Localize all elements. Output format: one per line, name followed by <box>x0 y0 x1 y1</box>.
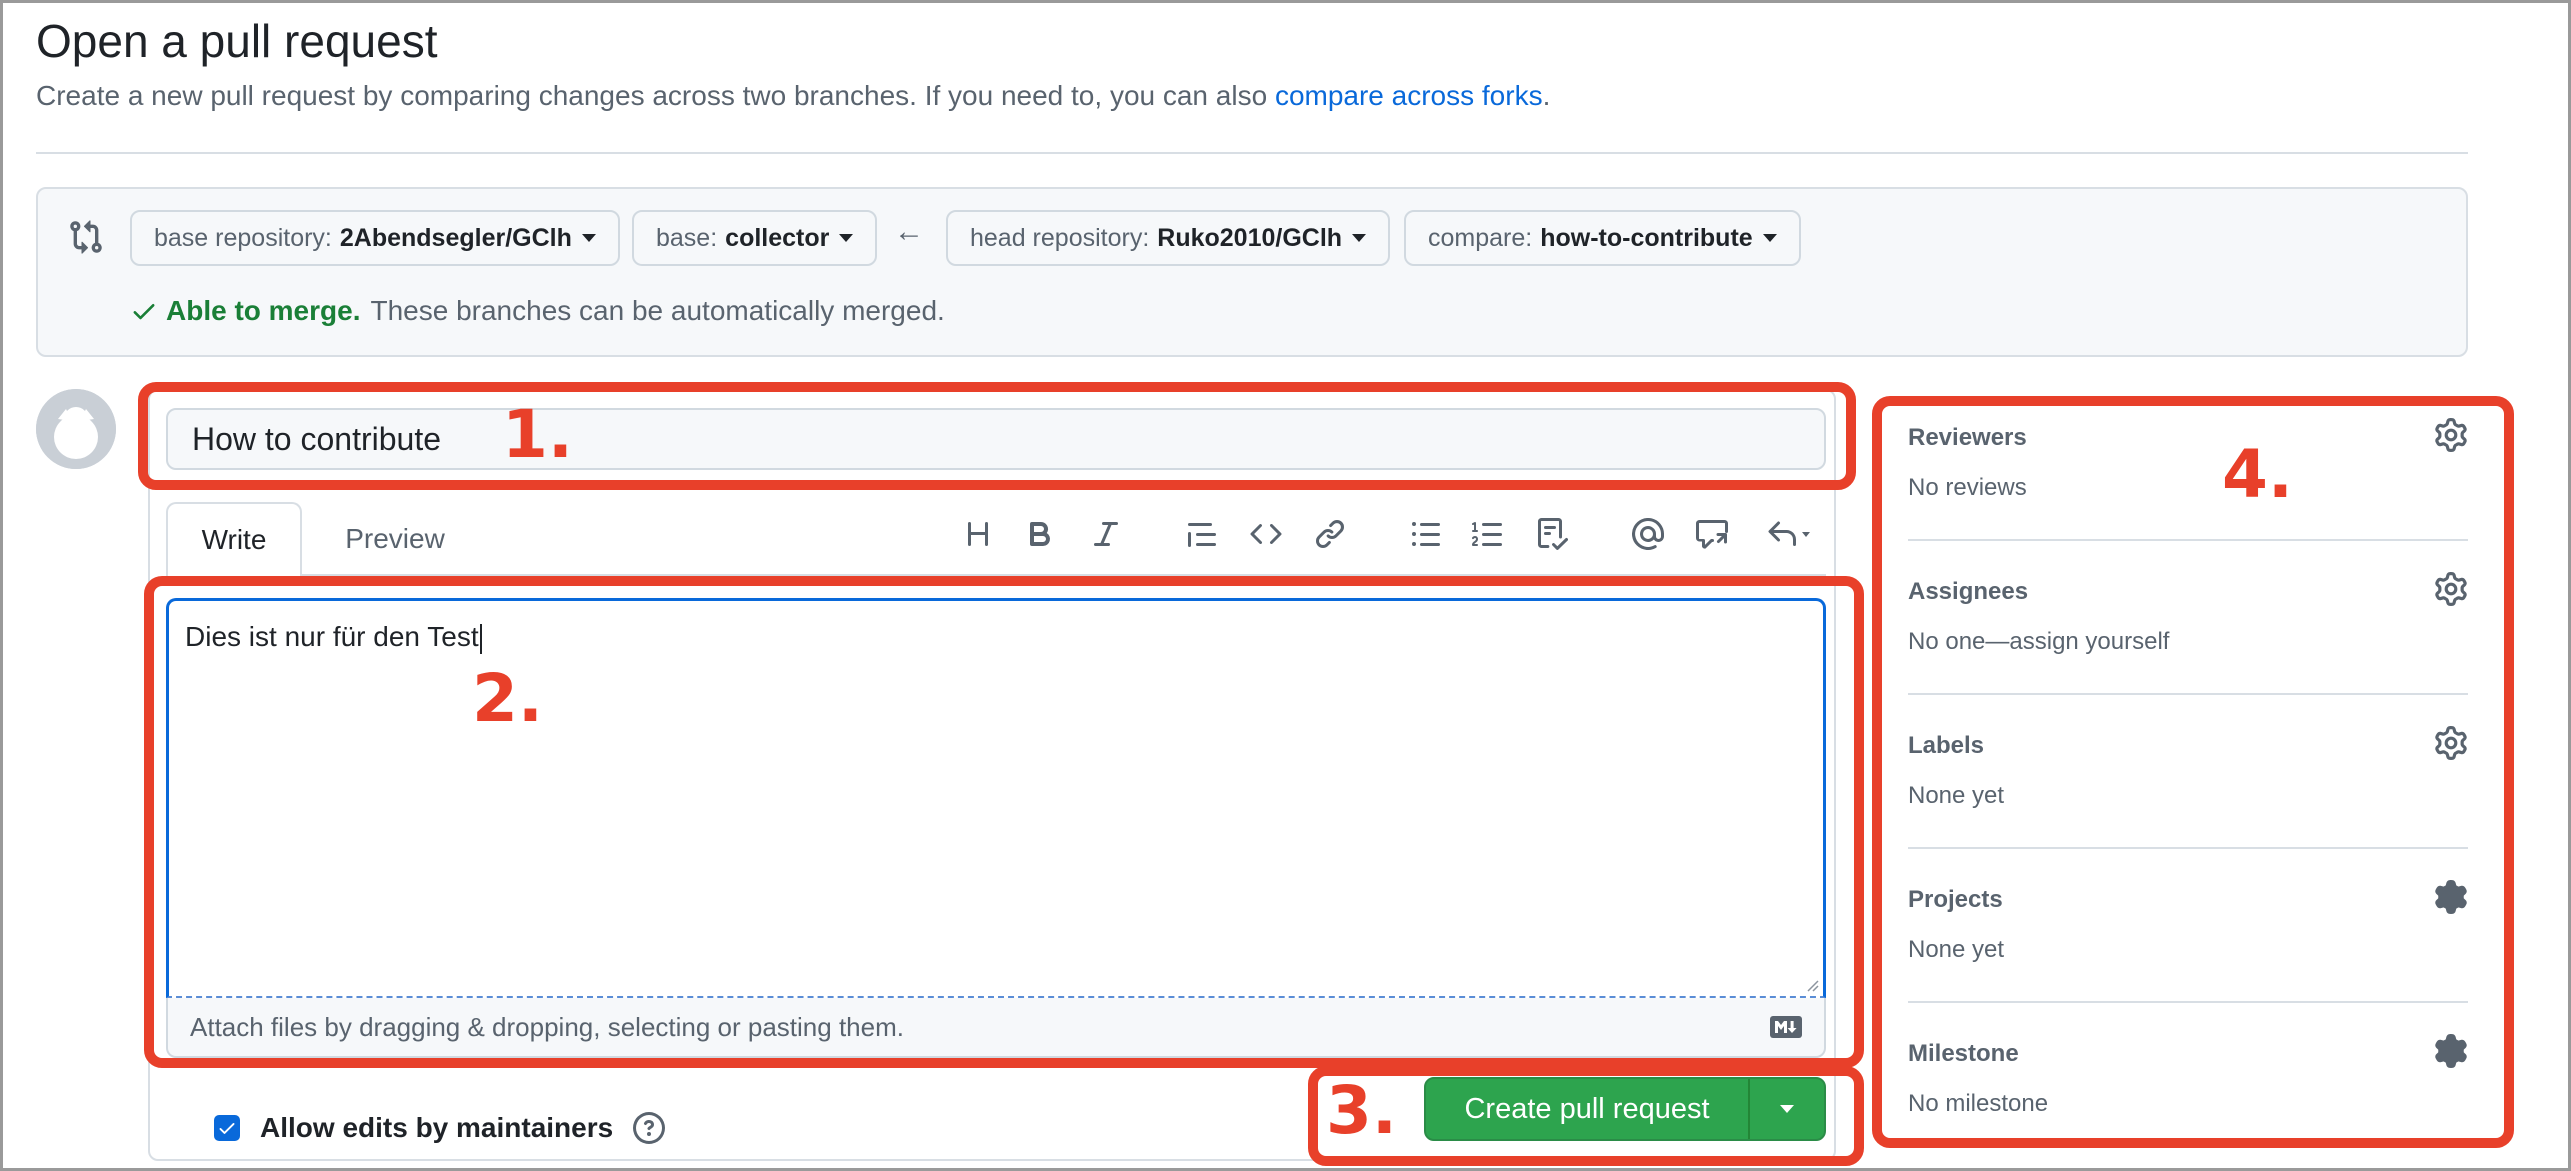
help-icon[interactable] <box>633 1112 666 1144</box>
allow-edits-row: Allow edits by maintainers <box>214 1112 666 1144</box>
compare-across-forks-link[interactable]: compare across forks <box>1275 80 1543 111</box>
reference-icon[interactable] <box>1694 516 1730 552</box>
page-title: Open a pull request <box>36 15 438 67</box>
unordered-list-icon[interactable] <box>1408 516 1444 552</box>
merge-status: Able to merge. These branches can be aut… <box>130 295 945 327</box>
page-subtitle: Create a new pull request by comparing c… <box>36 80 1550 112</box>
caret-down-icon <box>1352 234 1367 242</box>
annotation-box-4 <box>1872 396 2514 1148</box>
ordered-list-icon[interactable] <box>1470 516 1506 552</box>
head-repository-value: Ruko2010/GClh <box>1157 223 1343 252</box>
compare-branch-value: how-to-contribute <box>1540 223 1753 252</box>
task-list-icon[interactable] <box>1534 516 1570 552</box>
caret-down-icon <box>1762 234 1777 242</box>
annotation-number-1: 1. <box>502 396 573 473</box>
head-repository-label: head repository: <box>970 223 1150 252</box>
allow-edits-checkbox[interactable] <box>214 1115 240 1141</box>
caret-down-icon <box>839 234 854 242</box>
annotation-number-2: 2. <box>472 660 543 737</box>
mention-icon[interactable] <box>1630 516 1666 552</box>
reply-icon[interactable] <box>1760 516 1820 552</box>
subtitle-suffix: . <box>1542 80 1551 111</box>
tab-preview[interactable]: Preview <box>330 502 460 576</box>
base-repository-dropdown[interactable]: base repository: 2Abendsegler/GClh <box>130 210 620 266</box>
compare-branch-label: compare: <box>1428 223 1533 252</box>
link-icon[interactable] <box>1312 516 1348 552</box>
allow-edits-label: Allow edits by maintainers <box>260 1112 614 1143</box>
check-icon <box>133 304 155 320</box>
base-branch-dropdown[interactable]: base: collector <box>632 210 878 266</box>
base-repository-value: 2Abendsegler/GClh <box>339 223 572 252</box>
header-divider <box>36 152 2468 154</box>
checkmark-icon <box>219 1123 235 1134</box>
annotation-number-4: 4. <box>2222 436 2293 513</box>
arrow-left-icon: ← <box>894 215 924 248</box>
annotation-number-3: 3. <box>1326 1072 1397 1149</box>
italic-icon[interactable] <box>1088 516 1124 552</box>
merge-status-text: These branches can be automatically merg… <box>370 295 945 326</box>
annotation-box-2 <box>144 576 1864 1068</box>
bold-icon[interactable] <box>1022 516 1058 552</box>
code-icon[interactable] <box>1248 516 1284 552</box>
merge-ok-label: Able to merge. <box>166 295 361 326</box>
tab-write[interactable]: Write <box>166 502 302 576</box>
base-branch-value: collector <box>725 223 830 252</box>
avatar-identicon <box>36 389 116 469</box>
compare-branches-panel: base repository: 2Abendsegler/GClh base: c… <box>36 187 2468 357</box>
head-repository-dropdown[interactable]: head repository: Ruko2010/GClh <box>946 210 1391 266</box>
annotation-box-1 <box>138 382 1856 490</box>
quote-icon[interactable] <box>1184 516 1220 552</box>
base-branch-label: base: <box>656 223 718 252</box>
avatar[interactable] <box>36 389 116 469</box>
compare-branch-dropdown[interactable]: compare: how-to-contribute <box>1404 210 1801 266</box>
heading-icon[interactable] <box>960 516 996 552</box>
git-compare-icon <box>70 220 102 254</box>
caret-down-icon <box>581 234 596 242</box>
base-repository-label: base repository: <box>154 223 332 252</box>
subtitle-text: Create a new pull request by comparing c… <box>36 80 1268 111</box>
